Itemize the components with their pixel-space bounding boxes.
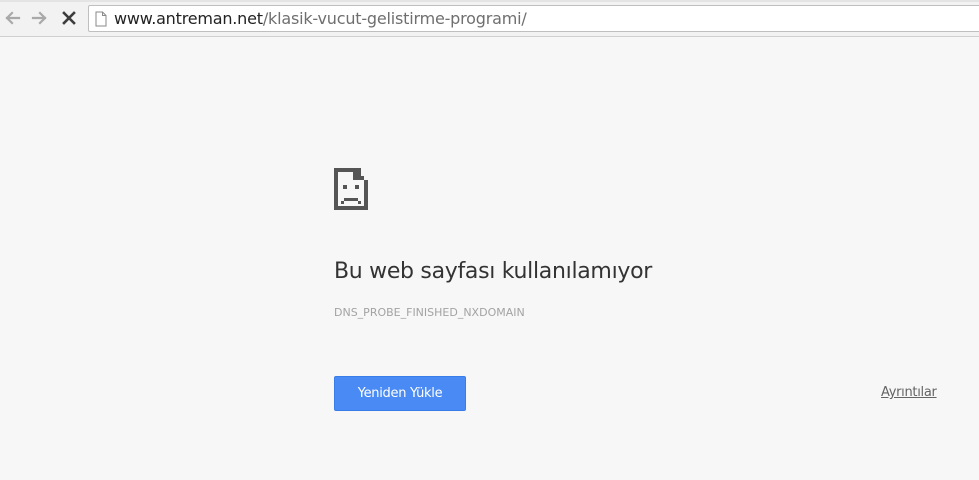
sad-page-icon	[334, 168, 368, 210]
browser-toolbar: www.antreman.net/klasik-vucut-gelistirme…	[0, 0, 979, 37]
close-icon	[62, 11, 76, 25]
toolbar-divider	[0, 0, 979, 2]
address-bar[interactable]: www.antreman.net/klasik-vucut-gelistirme…	[88, 5, 979, 32]
reload-button[interactable]: Yeniden Yükle	[334, 376, 466, 411]
error-page: Bu web sayfası kullanılamıyor DNS_PROBE_…	[0, 38, 979, 480]
url-path: /klasik-vucut-gelistirme-programi/	[262, 9, 527, 28]
error-code: DNS_PROBE_FINISHED_NXDOMAIN	[334, 306, 525, 319]
stop-button[interactable]	[58, 7, 80, 29]
back-button[interactable]	[1, 7, 23, 29]
error-heading: Bu web sayfası kullanılamıyor	[334, 259, 653, 284]
arrow-right-icon	[31, 11, 47, 25]
forward-button[interactable]	[29, 7, 51, 29]
url-text[interactable]: www.antreman.net/klasik-vucut-gelistirme…	[114, 10, 527, 28]
arrow-left-icon	[5, 11, 21, 25]
page-icon	[95, 11, 107, 27]
details-link[interactable]: Ayrıntılar	[881, 385, 937, 401]
url-host: www.antreman.net	[114, 9, 263, 28]
